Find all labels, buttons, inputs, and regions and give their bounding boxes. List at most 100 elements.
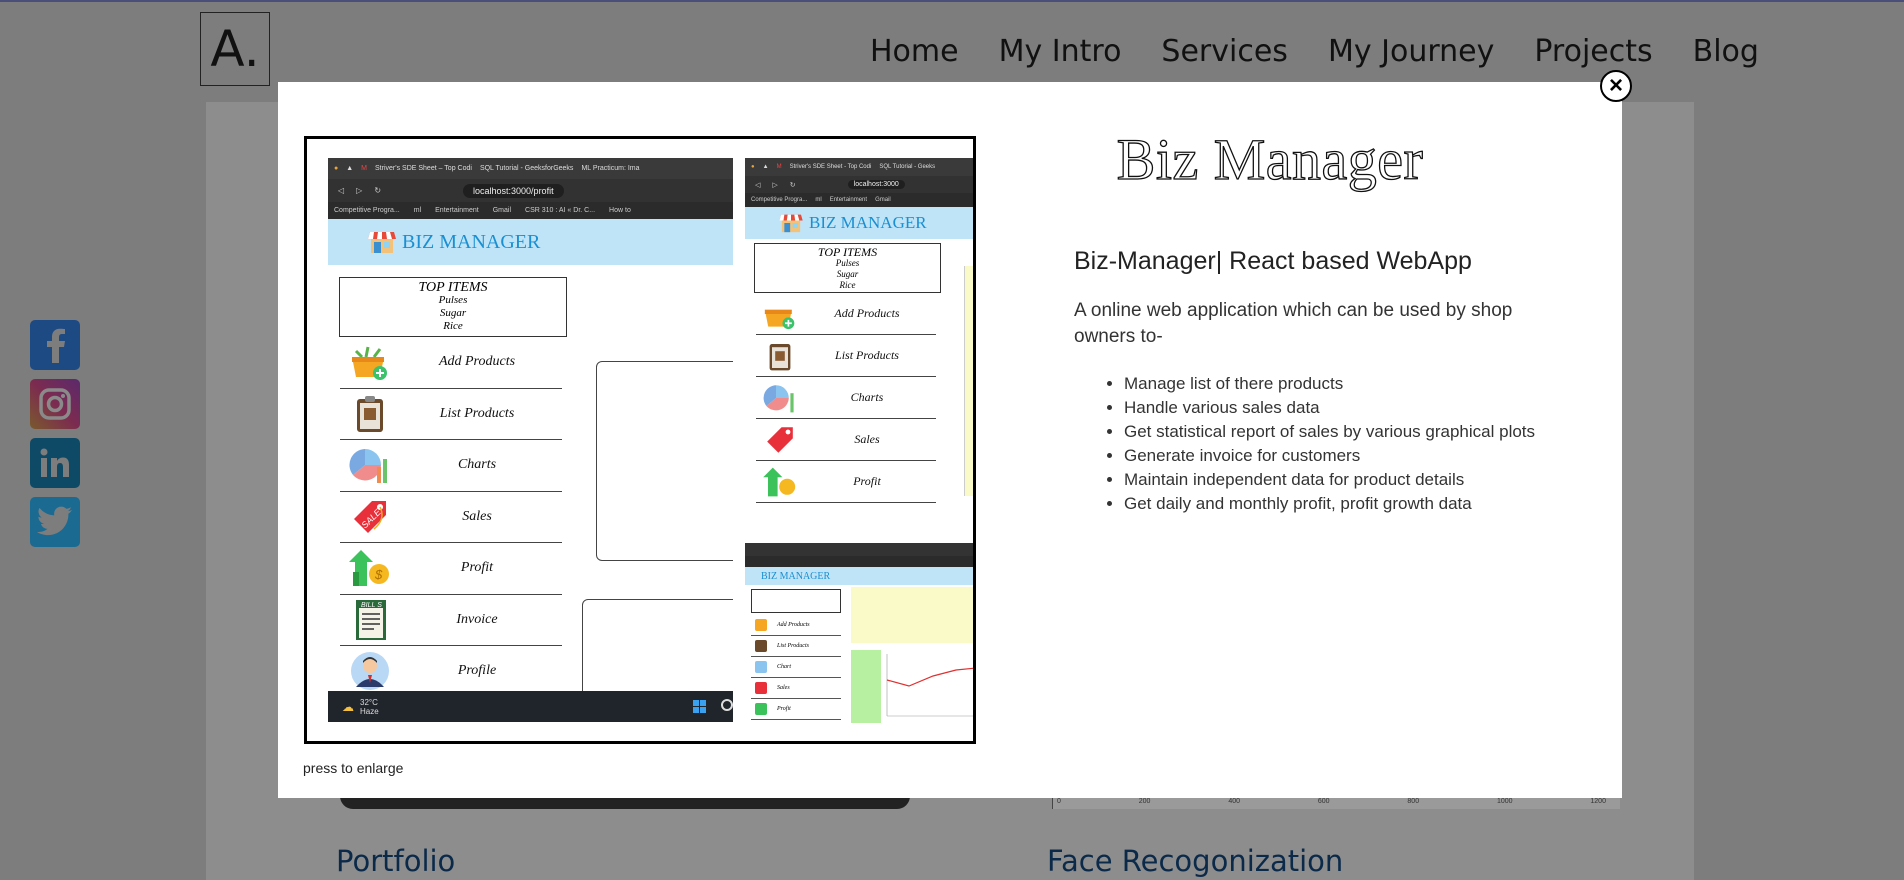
os-taskbar: ☁ 32°C Haze xyxy=(328,691,733,722)
menu-label: Sales xyxy=(854,432,880,446)
basket-add-icon xyxy=(348,342,392,382)
card-title-portfolio[interactable]: Portfolio xyxy=(336,844,455,878)
menu-label: Charts xyxy=(457,457,497,473)
bookmarks-bar: Competitive Progra... ml Entertainment G… xyxy=(328,202,733,219)
browser-tab: Striver's SDE Sheet – Top Codi xyxy=(375,165,472,172)
clipboard-icon xyxy=(348,394,392,434)
project-screenshot[interactable]: ● ▲ M Striver's SDE Sheet – Top Codi SQL T… xyxy=(304,136,976,744)
top-items-title: TOP ITEMS xyxy=(817,245,878,259)
project-description: A online web application which can be us… xyxy=(1074,300,1513,347)
bookmark: Competitive Progra... xyxy=(334,207,400,214)
top-items-box xyxy=(751,589,841,613)
top-item: Pulses xyxy=(835,258,860,268)
menu-label: Chart xyxy=(777,664,792,670)
menu-label: Add Products xyxy=(834,306,900,320)
address-field: localhost:3000/profit xyxy=(463,183,564,198)
app-screenshot-thumbnail: BIZ MANAGER Add Products List Products C… xyxy=(745,543,973,723)
menu-item: Profit xyxy=(751,699,841,720)
app-sidebar-menu: Add Products List Products Charts Sales … xyxy=(756,293,936,503)
menu-label: List Products xyxy=(439,405,515,421)
browser-tab: SQL Tutorial - Geeks xyxy=(879,164,936,170)
nav-my-journey[interactable]: My Journey xyxy=(1328,34,1494,74)
bookmarks-bar xyxy=(745,556,973,567)
nav-projects[interactable]: Projects xyxy=(1534,34,1652,74)
menu-label: Profit xyxy=(777,706,791,712)
nav-services[interactable]: Services xyxy=(1161,34,1288,74)
axis-tick: 400 xyxy=(1228,798,1240,805)
nav-my-intro[interactable]: My Intro xyxy=(999,34,1122,74)
app-screenshot-side: ● ▲ M Striver's SDE Sheet - Top Codi SQL T… xyxy=(745,158,973,541)
menu-item-sales: SALE Sales xyxy=(340,492,562,543)
menu-item-invoice: BILL S Invoice xyxy=(340,595,562,646)
bookmark: ml xyxy=(413,207,422,214)
menu-item-sales: Sales xyxy=(756,419,936,461)
axis-tick: 0 xyxy=(1057,798,1061,805)
shop-icon xyxy=(368,232,396,253)
logo-text: A. xyxy=(210,20,260,78)
instagram-icon xyxy=(39,388,71,420)
browser-tab: SQL Tutorial - GeeksforGeeks xyxy=(479,165,574,172)
bookmarks-bar: Competitive Progra... ml Entertainment G… xyxy=(745,193,973,207)
browser-tab-bar xyxy=(745,543,973,556)
menu-label: Profit xyxy=(460,560,494,576)
bookmark: CSR 310 : AI « Dr. C... xyxy=(525,207,596,214)
nav-blog[interactable]: Blog xyxy=(1693,34,1759,74)
app-screenshot-main: ● ▲ M Striver's SDE Sheet – Top Codi SQL T… xyxy=(328,158,733,722)
menu-label: Charts xyxy=(850,390,884,404)
close-modal-button[interactable]: × xyxy=(1600,70,1632,102)
instagram-link[interactable] xyxy=(30,379,80,429)
profile-avatar-icon xyxy=(348,651,392,691)
charts-icon xyxy=(762,381,798,415)
shop-icon xyxy=(779,214,803,233)
app-chart-box xyxy=(596,361,733,561)
weather-desc: Haze xyxy=(360,706,379,716)
menu-label: Profit xyxy=(853,474,881,488)
site-logo[interactable]: A. xyxy=(200,12,270,86)
menu-item: Add Products xyxy=(751,615,841,636)
menu-label: List Products xyxy=(777,643,809,649)
twitter-link[interactable] xyxy=(30,497,80,547)
menu-item: Chart xyxy=(751,657,841,678)
bookmark: Gmail xyxy=(875,197,891,203)
axis-tick: 200 xyxy=(1138,798,1151,805)
top-item: Pulses xyxy=(438,294,468,306)
menu-label: Add Products xyxy=(438,354,516,370)
axis-tick: 800 xyxy=(1407,798,1420,805)
app-panel xyxy=(964,266,973,496)
menu-label: Invoice xyxy=(456,611,498,627)
app-title: BIZ MANAGER xyxy=(809,213,927,232)
card-title-face-recognition[interactable]: Face Recogonization xyxy=(1047,844,1343,878)
browser-tab-bar: ● ▲ M Striver's SDE Sheet – Top Codi SQL T… xyxy=(328,158,733,179)
browser-tab-bar: ● ▲ M Striver's SDE Sheet - Top Codi SQL T… xyxy=(745,158,973,176)
menu-item-add-products: Add Products xyxy=(340,337,562,389)
feature-item: Maintain independent data for product de… xyxy=(1124,468,1535,492)
nav-home[interactable]: Home xyxy=(870,34,959,74)
menu-label: Sales xyxy=(462,508,492,524)
app-panel xyxy=(851,587,973,643)
feature-item: Manage list of there products xyxy=(1124,372,1535,396)
top-item: Rice xyxy=(839,280,856,290)
app-title: BIZ MANAGER xyxy=(761,570,831,582)
top-items-box: TOP ITEMS Pulses Sugar Rice xyxy=(754,243,941,293)
menu-label: Add Products xyxy=(777,622,810,628)
svg-text:$: $ xyxy=(374,567,383,582)
app-title: BIZ MANAGER xyxy=(402,230,541,253)
menu-item-profile: Profile xyxy=(340,646,562,698)
menu-item-list-products: List Products xyxy=(340,389,562,440)
top-item: Sugar xyxy=(836,269,859,279)
bookmark: Entertainment xyxy=(435,207,479,214)
axis-tick: 600 xyxy=(1317,798,1330,805)
browser-tab: ML Practicum: Ima xyxy=(581,165,640,172)
facebook-link[interactable] xyxy=(30,320,80,370)
charts-icon xyxy=(348,445,392,485)
feature-item: Generate invoice for customers xyxy=(1124,444,1535,468)
linkedin-link[interactable] xyxy=(30,438,80,488)
menu-item: Sales xyxy=(751,678,841,699)
bookmark: Competitive Progra... xyxy=(751,197,808,203)
app-sidebar-menu: Add Products List Products Charts SALE S… xyxy=(340,337,562,698)
line-chart-thumbnail xyxy=(886,654,973,717)
bookmark: How to xyxy=(609,207,631,214)
menu-item-charts: Charts xyxy=(340,440,562,492)
windows-start-icon xyxy=(693,700,706,713)
enlarge-hint: press to enlarge xyxy=(303,760,404,776)
